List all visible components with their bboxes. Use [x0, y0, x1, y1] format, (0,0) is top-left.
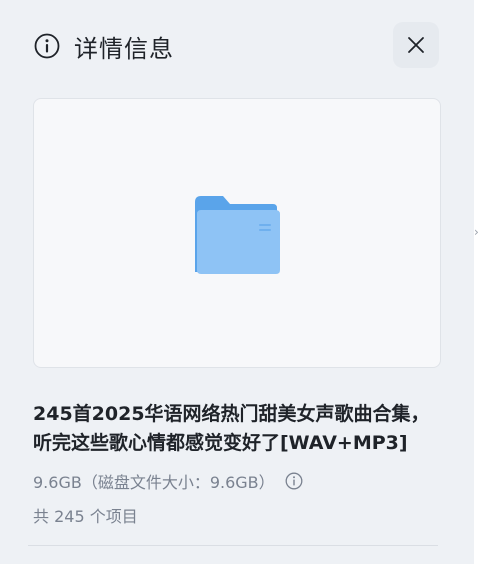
item-size: 9.6GB（磁盘文件大小：9.6GB） — [33, 469, 303, 493]
size-info-icon[interactable] — [285, 472, 303, 490]
close-icon — [408, 37, 424, 53]
folder-icon — [195, 196, 280, 274]
panel-header: 详情信息 — [34, 28, 174, 64]
close-button[interactable] — [393, 22, 439, 68]
item-count: 共 245 个项目 — [33, 507, 138, 526]
details-panel: 详情信息 245首2025华语网络热门甜美女声歌曲合集，听完这些歌心情都感觉变好… — [0, 0, 474, 564]
panel-edge — [474, 0, 478, 564]
panel-title: 详情信息 — [74, 34, 174, 63]
divider — [28, 545, 438, 546]
info-circle-icon — [34, 33, 60, 59]
item-size-text: 9.6GB（磁盘文件大小：9.6GB） — [33, 473, 275, 492]
item-name: 245首2025华语网络热门甜美女声歌曲合集，听完这些歌心情都感觉变好了[WAV… — [33, 403, 430, 454]
file-preview — [33, 98, 441, 368]
chevron-right-icon: › — [474, 225, 478, 239]
